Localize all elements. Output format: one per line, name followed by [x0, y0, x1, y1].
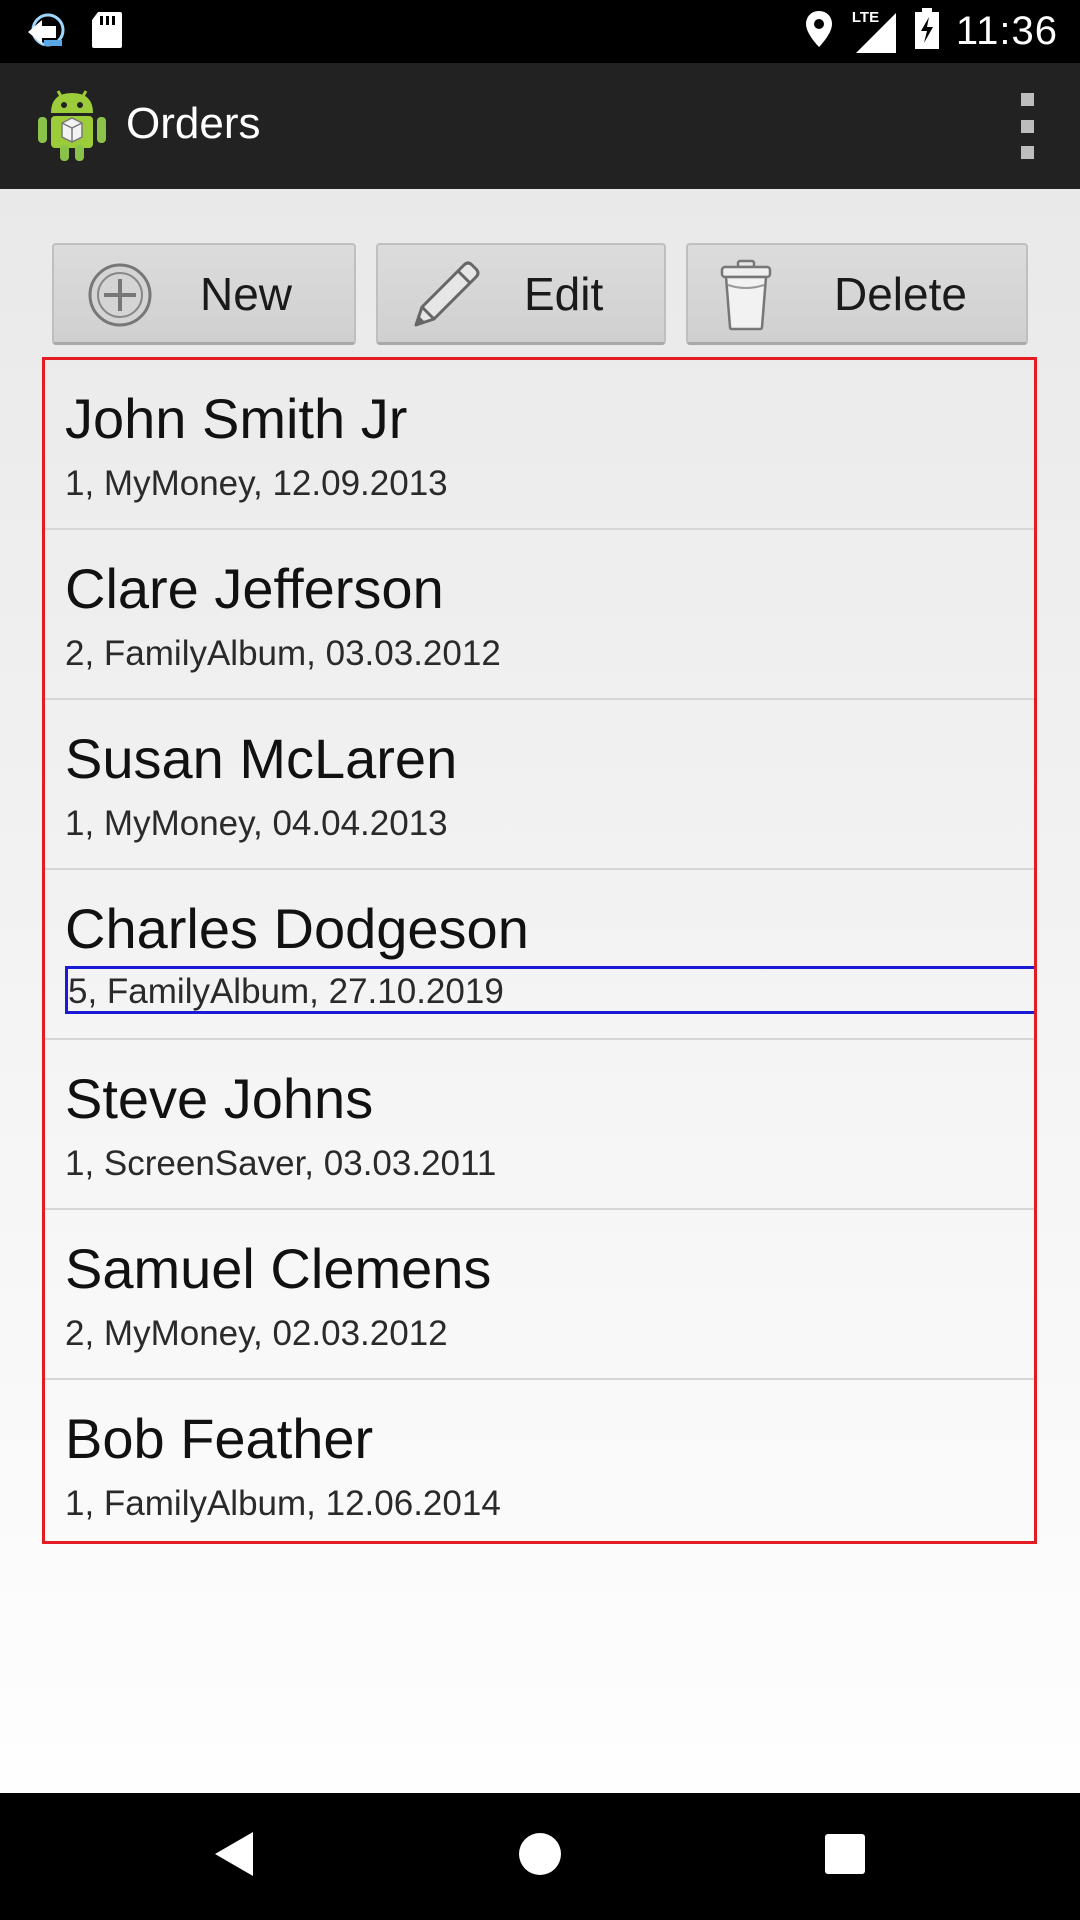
order-customer-name: Clare Jefferson — [65, 557, 444, 620]
home-icon — [518, 1832, 562, 1881]
order-details: 2, MyMoney, 02.03.2012 — [65, 1314, 448, 1353]
page-title: Orders — [126, 99, 261, 148]
new-button-label: New — [200, 268, 293, 320]
order-row-3[interactable]: Charles Dodgeson 5, FamilyAlbum, 27.10.2… — [45, 870, 1034, 1040]
status-time: 11:36 — [955, 9, 1058, 53]
edit-button[interactable]: Edit — [376, 243, 666, 345]
location-icon — [804, 9, 834, 54]
delete-button-label: Delete — [834, 268, 967, 320]
battery-charging-icon — [914, 8, 940, 55]
action-bar: Orders — [0, 63, 1080, 191]
overflow-menu-icon — [1020, 93, 1034, 106]
overflow-menu-button[interactable] — [1002, 93, 1052, 159]
order-details: 2, FamilyAlbum, 03.03.2012 — [65, 634, 501, 673]
notification-icon — [22, 10, 68, 55]
edit-button-label: Edit — [524, 268, 604, 320]
lte-signal-icon: LTE — [850, 9, 898, 55]
order-row-2[interactable]: Susan McLaren 1, MyMoney, 04.04.2013 — [45, 700, 1034, 870]
order-customer-name: Charles Dodgeson — [65, 897, 529, 960]
pencil-icon — [402, 251, 486, 335]
new-button[interactable]: New — [52, 243, 356, 345]
order-details-selected: 5, FamilyAlbum, 27.10.2019 — [65, 966, 1034, 1014]
content-area: New Edit Delete John Smith Jr 1, MyMoney… — [0, 189, 1080, 1793]
order-row-0[interactable]: John Smith Jr 1, MyMoney, 12.09.2013 — [45, 360, 1034, 530]
order-row-4[interactable]: Steve Johns 1, ScreenSaver, 03.03.2011 — [45, 1040, 1034, 1210]
order-details: 1, ScreenSaver, 03.03.2011 — [65, 1144, 497, 1183]
order-customer-name: John Smith Jr — [65, 387, 408, 450]
overflow-menu-dot — [1020, 146, 1034, 159]
recents-icon — [824, 1833, 866, 1880]
home-button[interactable] — [505, 1821, 575, 1891]
overflow-menu-dot — [1020, 119, 1034, 133]
order-row-6[interactable]: Bob Feather 1, FamilyAlbum, 12.06.2014 — [45, 1380, 1034, 1541]
sd-card-icon — [90, 10, 124, 55]
order-row-1[interactable]: Clare Jefferson 2, FamilyAlbum, 03.03.20… — [45, 530, 1034, 700]
status-left-group — [22, 10, 124, 55]
order-details: 1, MyMoney, 12.09.2013 — [65, 464, 448, 503]
back-button[interactable] — [200, 1821, 270, 1891]
app-android-icon — [36, 87, 108, 163]
back-icon — [213, 1830, 257, 1883]
delete-button[interactable]: Delete — [686, 243, 1028, 345]
trash-can-icon — [718, 257, 794, 333]
navigation-bar — [0, 1793, 1080, 1920]
status-bar: LTE 11:36 — [0, 0, 1080, 63]
order-customer-name: Bob Feather — [65, 1407, 374, 1470]
plus-circle-icon — [82, 257, 158, 333]
lte-label: LTE — [851, 8, 880, 26]
status-right-group: LTE 11:36 — [804, 0, 1058, 63]
order-details: 1, FamilyAlbum, 12.06.2014 — [65, 1484, 501, 1523]
order-customer-name: Susan McLaren — [65, 727, 458, 790]
recents-button[interactable] — [810, 1821, 880, 1891]
orders-list: John Smith Jr 1, MyMoney, 12.09.2013 Cla… — [42, 357, 1037, 1544]
order-row-5[interactable]: Samuel Clemens 2, MyMoney, 02.03.2012 — [45, 1210, 1034, 1380]
order-customer-name: Steve Johns — [65, 1067, 374, 1130]
order-details: 1, MyMoney, 04.04.2013 — [65, 804, 448, 843]
order-customer-name: Samuel Clemens — [65, 1237, 492, 1300]
